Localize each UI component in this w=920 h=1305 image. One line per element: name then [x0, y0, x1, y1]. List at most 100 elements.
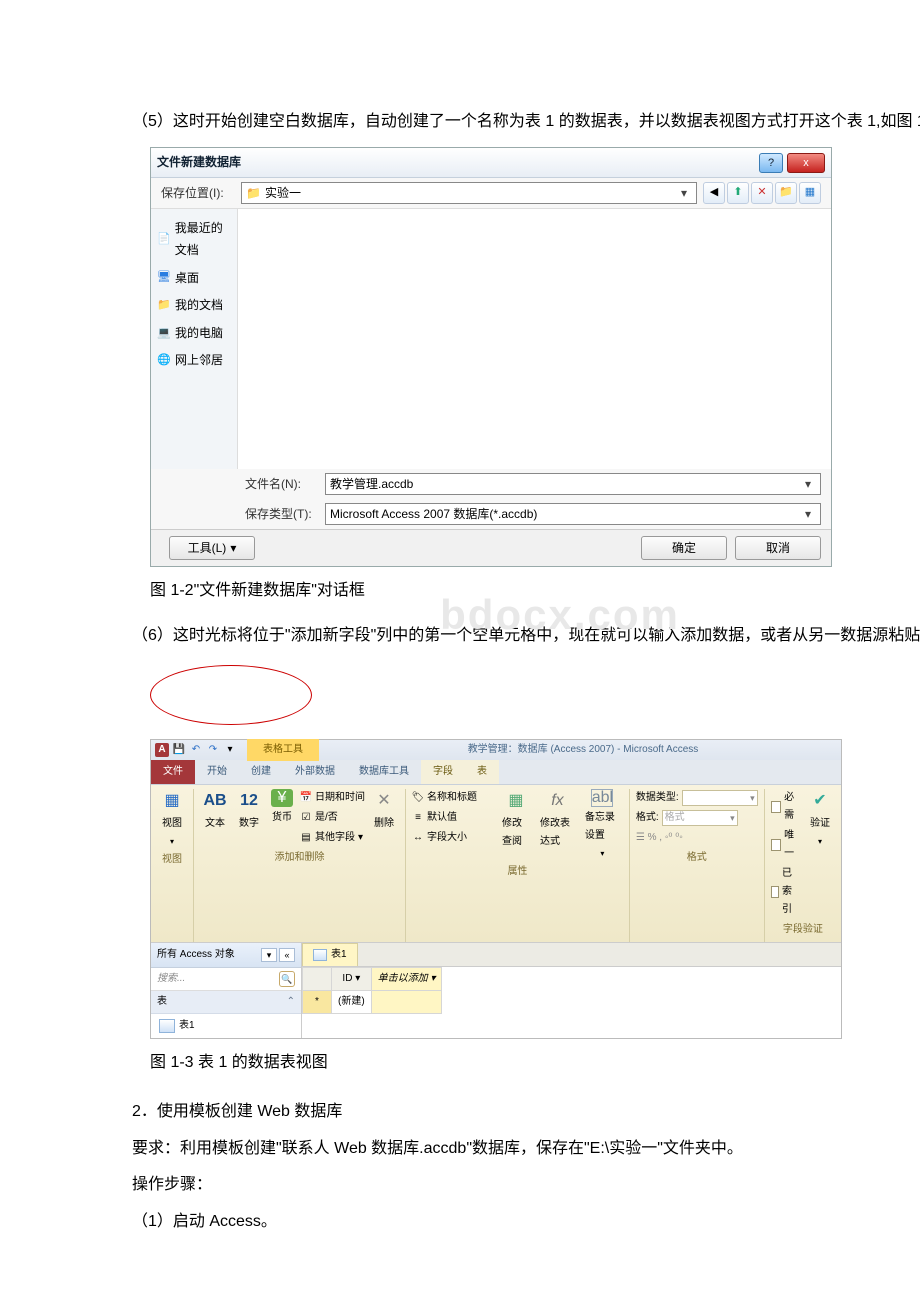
desktop-icon: 🖥: [157, 271, 171, 285]
ok-button[interactable]: 确定: [641, 536, 727, 560]
group-view: ▦视图▾ 视图: [151, 789, 194, 942]
number-field-button[interactable]: 12数字: [234, 789, 264, 833]
chevron-down-icon[interactable]: ▾: [800, 504, 816, 526]
chevron-down-icon[interactable]: ▾: [800, 474, 816, 496]
format-label: 格式:: [636, 809, 659, 827]
place-mypc[interactable]: 💻我的电脑: [155, 320, 233, 348]
chevron-down-icon[interactable]: ▾: [676, 183, 692, 205]
datasheet-area: 表1 ID ▾单击以添加 ▾ *(新建): [302, 943, 841, 1038]
datasheet-grid[interactable]: ID ▾单击以添加 ▾ *(新建): [302, 967, 442, 1014]
datasheet-tab[interactable]: 表1: [302, 943, 358, 966]
save-icon[interactable]: 💾: [172, 743, 186, 757]
red-ellipse-annotation: [150, 665, 312, 725]
back-icon[interactable]: ◀: [703, 182, 725, 204]
computer-icon: 💻: [157, 327, 171, 341]
cancel-button[interactable]: 取消: [735, 536, 821, 560]
chevron-down-icon: ▾: [230, 538, 236, 560]
filetype-combo[interactable]: Microsoft Access 2007 数据库(*.accdb)▾: [325, 503, 821, 525]
places-bar: 📄我最近的文档 🖥桌面 📁我的文档 💻我的电脑 🌐网上邻居: [151, 209, 238, 469]
file-list-area[interactable]: [238, 209, 831, 469]
chevron-down-icon: ▾: [355, 973, 360, 984]
nav-header[interactable]: 所有 Access 对象▾«: [151, 943, 301, 968]
validation-button[interactable]: ✔验证▾: [805, 789, 835, 849]
memo-settings-button[interactable]: abl备忘录设置▾: [582, 789, 623, 861]
figure-1-2-caption: 图 1-2"文件新建数据库"对话框: [150, 577, 920, 606]
new-folder-icon[interactable]: 📁: [775, 182, 797, 204]
dialog-title: 文件新建数据库: [157, 152, 755, 174]
text-field-button[interactable]: AB文本: [200, 789, 230, 833]
tab-fields[interactable]: 字段: [421, 760, 465, 784]
format-combo[interactable]: 格式▾: [662, 810, 738, 826]
chevron-down-icon: ▾: [170, 835, 174, 849]
delete-field-button[interactable]: ✕删除: [369, 789, 399, 833]
delete-icon[interactable]: ✕: [751, 182, 773, 204]
datatype-combo[interactable]: ▾: [682, 790, 758, 806]
nav-dropdown-icon[interactable]: ▾: [261, 948, 277, 962]
requirement-text: 要求：利用模板创建"联系人 Web 数据库.accdb"数据库，保存在"E:\实…: [100, 1135, 920, 1164]
cell-add-new[interactable]: [371, 990, 442, 1013]
access-logo-icon: A: [155, 743, 169, 757]
default-value-button[interactable]: ≡默认值: [412, 809, 477, 827]
access-title-bar: A 💾 ↶ ↷ ▾ 表格工具 教学管理：数据库 (Access 2007) - …: [151, 740, 841, 760]
tab-dbtools[interactable]: 数据库工具: [347, 760, 421, 784]
tab-home[interactable]: 开始: [195, 760, 239, 784]
views-icon[interactable]: ▦: [799, 182, 821, 204]
search-icon[interactable]: 🔍: [279, 971, 295, 987]
new-row-selector[interactable]: *: [303, 990, 332, 1013]
place-desktop[interactable]: 🖥桌面: [155, 265, 233, 293]
up-icon[interactable]: ⬆: [727, 182, 749, 204]
group-format: 数据类型:▾ 格式:格式▾ ☰ % , ◦⁰ ⁰◦ 格式: [630, 789, 765, 942]
help-icon[interactable]: ?: [759, 153, 783, 173]
name-caption-button[interactable]: 🏷名称和标题: [412, 789, 477, 807]
datasheet-view-icon: ▦: [160, 789, 184, 813]
save-in-label: 保存位置(I):: [161, 183, 235, 205]
yesno-field-button[interactable]: ☑是/否: [300, 809, 365, 827]
access-window: A 💾 ↶ ↷ ▾ 表格工具 教学管理：数据库 (Access 2007) - …: [150, 739, 842, 1039]
tab-external[interactable]: 外部数据: [283, 760, 347, 784]
currency-field-button[interactable]: ¥货币: [268, 789, 296, 827]
nav-collapse-icon[interactable]: «: [279, 948, 295, 962]
place-network[interactable]: 🌐网上邻居: [155, 347, 233, 375]
column-id[interactable]: ID ▾: [332, 967, 372, 990]
tab-create[interactable]: 创建: [239, 760, 283, 784]
group-add-delete: AB文本 12数字 ¥货币 📅日期和时间 ☑是/否 ▤其他字段 ▾ ✕删除 添加…: [194, 789, 406, 942]
delete-column-icon: ✕: [372, 789, 396, 813]
quick-access-toolbar: A 💾 ↶ ↷ ▾: [151, 743, 241, 757]
required-checkbox[interactable]: 必需: [771, 789, 801, 825]
column-add-new[interactable]: 单击以添加 ▾: [371, 967, 442, 990]
number-format-buttons[interactable]: ☰ % , ◦⁰ ⁰◦: [636, 829, 758, 847]
place-mydocs[interactable]: 📁我的文档: [155, 292, 233, 320]
field-size-button[interactable]: ↔字段大小: [412, 829, 477, 847]
section-2-title: 2．使用模板创建 Web 数据库: [100, 1098, 920, 1127]
file-new-db-dialog: 文件新建数据库 ? x 保存位置(I): 📁 实验一 ▾ ◀ ⬆ ✕ 📁 ▦ 📄…: [150, 147, 832, 568]
tab-table[interactable]: 表: [465, 760, 499, 784]
filename-input[interactable]: 教学管理.accdb▾: [325, 473, 821, 495]
nav-search[interactable]: 搜索...🔍: [151, 968, 301, 991]
cell-new-id[interactable]: (新建): [332, 990, 372, 1013]
qat-dropdown-icon[interactable]: ▾: [223, 743, 237, 757]
memo-icon: abl: [591, 789, 613, 807]
datetime-field-button[interactable]: 📅日期和时间: [300, 789, 365, 807]
app-title: 教学管理：数据库 (Access 2007) - Microsoft Acces…: [325, 741, 841, 759]
modify-lookup-button[interactable]: ▦修改查阅: [499, 789, 533, 851]
tab-file[interactable]: 文件: [151, 760, 195, 784]
undo-icon[interactable]: ↶: [189, 743, 203, 757]
nav-item-table1[interactable]: 表1: [151, 1014, 301, 1038]
modify-expression-button[interactable]: fx修改表达式: [537, 789, 578, 851]
filetype-label: 保存类型(T):: [245, 504, 319, 526]
other-fields-button[interactable]: ▤其他字段 ▾: [300, 829, 365, 847]
save-in-combo[interactable]: 📁 实验一 ▾: [241, 182, 697, 204]
tools-button[interactable]: 工具(L)▾: [169, 536, 255, 560]
figure-1-3-caption: 图 1-3 表 1 的数据表视图: [150, 1049, 920, 1078]
view-button[interactable]: ▦视图▾: [157, 789, 187, 849]
indexed-checkbox[interactable]: 已索引: [771, 865, 801, 919]
redo-icon[interactable]: ↷: [206, 743, 220, 757]
nav-category-tables[interactable]: 表⌃: [151, 991, 301, 1014]
recent-icon: 📄: [157, 233, 171, 247]
size-icon: ↔: [412, 832, 424, 844]
datatype-label: 数据类型:: [636, 789, 679, 807]
navigation-pane: 所有 Access 对象▾« 搜索...🔍 表⌃ 表1: [151, 943, 302, 1038]
unique-checkbox[interactable]: 唯一: [771, 827, 801, 863]
close-icon[interactable]: x: [787, 153, 825, 173]
place-recent[interactable]: 📄我最近的文档: [155, 215, 233, 264]
